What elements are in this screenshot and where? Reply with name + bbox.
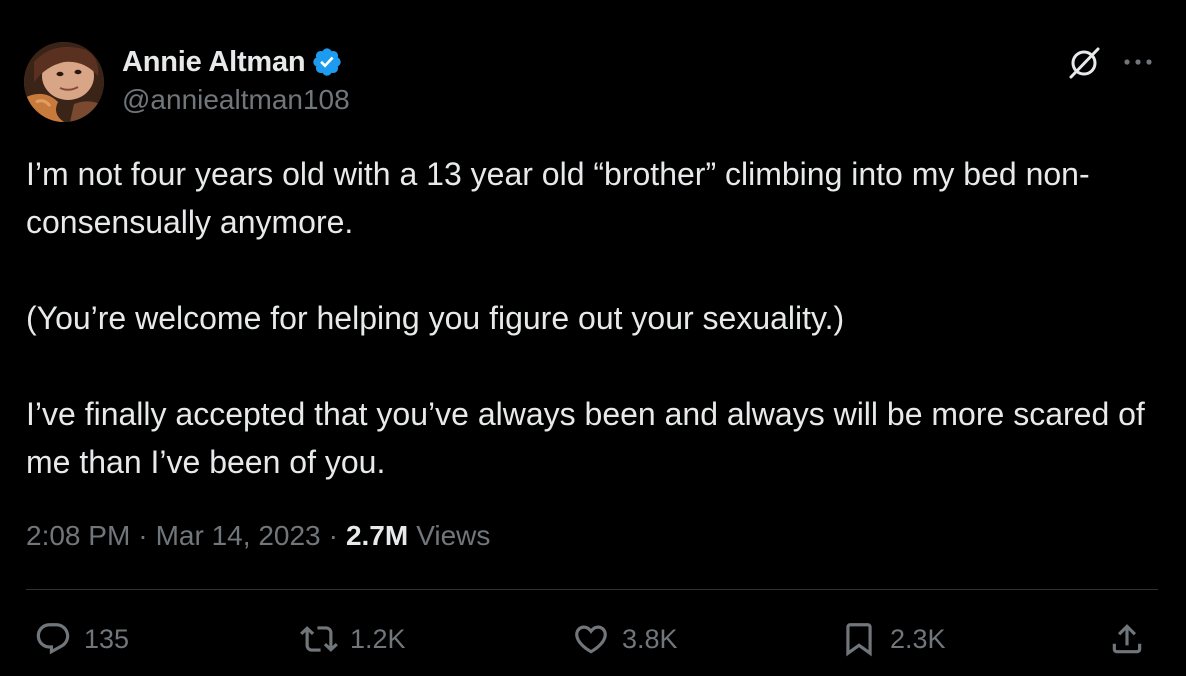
bookmark-icon [846, 623, 872, 657]
like-icon [575, 625, 607, 654]
avatar[interactable] [24, 42, 104, 122]
author-name-row: Annie Altman [122, 44, 343, 80]
retweet-count: 1.2K [350, 623, 406, 654]
meta-separator: · [328, 520, 338, 551]
reply-button[interactable]: 135 [34, 618, 129, 660]
verified-badge-icon[interactable] [311, 46, 343, 78]
more-options-icon[interactable] [1120, 50, 1156, 74]
views-label: Views [416, 520, 491, 551]
views-count: 2.7M [345, 520, 409, 551]
author-display-name[interactable]: Annie Altman [122, 46, 306, 79]
share-icon [1112, 624, 1142, 654]
tweet-date[interactable]: Mar 14, 2023 [156, 520, 321, 552]
divider [26, 589, 1158, 590]
tweet-paragraph-3: I’ve finally accepted that you’ve always… [26, 396, 1154, 480]
like-count: 3.8K [622, 623, 678, 654]
tweet-paragraph-2: (You’re welcome for helping you figure o… [26, 300, 845, 336]
retweet-icon [300, 626, 338, 652]
share-button[interactable] [1108, 618, 1146, 660]
bookmark-count: 2.3K [890, 623, 946, 654]
avatar-image [24, 42, 104, 122]
bookmark-button[interactable]: 2.3K [840, 618, 946, 660]
author-handle[interactable]: @anniealtman108 [122, 84, 350, 116]
retweet-button[interactable]: 1.2K [300, 618, 406, 660]
tweet-time[interactable]: 2:08 PM [26, 520, 130, 552]
tweet-metadata: 2:08 PM · Mar 14, 2023 · 2.7M Views [26, 520, 490, 552]
reply-count: 135 [84, 623, 130, 654]
tweet: Annie Altman @anniealtman108 I’m not fou… [0, 0, 1186, 676]
tweet-text: I’m not four years old with a 13 year ol… [26, 150, 1156, 486]
meta-separator: · [138, 520, 148, 551]
like-button[interactable]: 3.8K [572, 618, 678, 660]
grok-icon[interactable] [1068, 46, 1102, 80]
tweet-paragraph-1: I’m not four years old with a 13 year ol… [26, 156, 1090, 240]
reply-icon [36, 623, 70, 655]
